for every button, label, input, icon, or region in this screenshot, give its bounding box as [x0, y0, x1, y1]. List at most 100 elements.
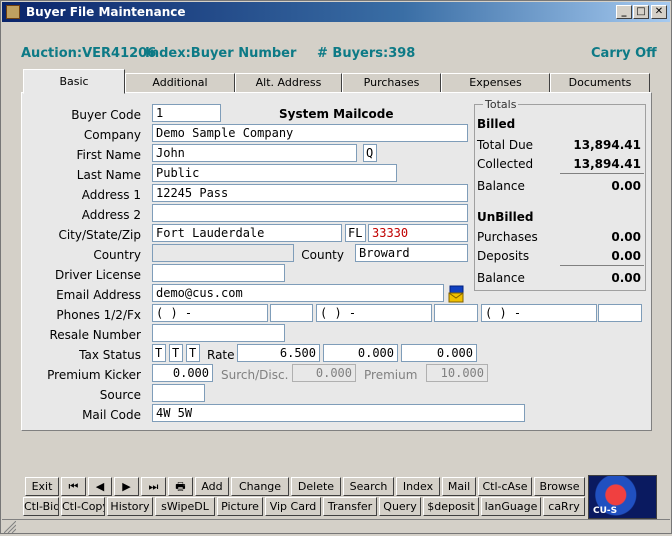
middle-initial-input[interactable]: Q [363, 144, 377, 162]
premium-label: Premium [364, 368, 418, 382]
address1-input[interactable]: 12245 Pass [152, 184, 468, 202]
close-button[interactable]: ✕ [651, 5, 667, 19]
rate3-input[interactable]: 0.000 [401, 344, 477, 362]
driver-license-label: Driver License [55, 268, 141, 282]
company-input[interactable]: Demo Sample Company [152, 124, 468, 142]
company-label: Company [83, 128, 141, 142]
resale-number-input[interactable] [152, 324, 285, 342]
zip-input[interactable]: 33330 [368, 224, 468, 242]
balance-label: Balance [477, 179, 525, 193]
rate1-input[interactable]: 6.500 [237, 344, 320, 362]
print-button[interactable]: 🖶 [168, 477, 193, 496]
history-button[interactable]: History [107, 497, 153, 516]
resize-grip-icon[interactable] [3, 520, 17, 534]
system-mailcode-label: System Mailcode [279, 107, 394, 121]
unbilled-balance-label: Balance [477, 271, 525, 285]
email-input[interactable]: demo@cus.com [152, 284, 444, 302]
vip-card-button[interactable]: Vip Card [265, 497, 321, 516]
mail-code-input[interactable]: 4W 5W [152, 404, 525, 422]
unbilled-balance-value: 0.00 [611, 271, 641, 285]
totals-caption: Totals [483, 98, 519, 111]
phones-label: Phones 1/2/Fx [56, 308, 141, 322]
next-record-button[interactable]: ▶ [114, 477, 139, 496]
transfer-button[interactable]: Transfer [323, 497, 377, 516]
tax-status-3-input[interactable]: T [186, 344, 200, 362]
app-icon [6, 5, 20, 19]
browse-button[interactable]: Browse [534, 477, 585, 496]
county-label: County [301, 248, 344, 262]
delete-button[interactable]: Delete [291, 477, 341, 496]
source-label: Source [99, 388, 141, 402]
prev-record-button[interactable]: ◀ [88, 477, 112, 496]
unbilled-heading: UnBilled [477, 210, 534, 224]
send-email-icon[interactable] [447, 284, 467, 304]
title-bar: Buyer File Maintenance _ □ ✕ [2, 2, 670, 22]
exit-button[interactable]: Exit [25, 477, 59, 496]
billed-heading: Billed [477, 117, 516, 131]
ctl-case-button[interactable]: Ctl-cAse [478, 477, 532, 496]
email-label: Email Address [56, 288, 141, 302]
city-input[interactable]: Fort Lauderdale [152, 224, 342, 242]
phone1-input[interactable]: ( ) - [152, 304, 268, 322]
ctl-bid-button[interactable]: Ctl-Bid [23, 497, 59, 516]
tab-expenses[interactable]: Expenses [441, 73, 550, 93]
language-button[interactable]: lanGuage [481, 497, 541, 516]
last-name-input[interactable]: Public [152, 164, 397, 182]
tax-status-1-input[interactable]: T [152, 344, 166, 362]
add-button[interactable]: Add [195, 477, 229, 496]
first-name-label: First Name [76, 148, 141, 162]
balance-value: 0.00 [611, 179, 641, 193]
collected-label: Collected [477, 157, 534, 171]
query-button[interactable]: Query [379, 497, 421, 516]
logo-text: CU-S [593, 506, 618, 516]
tab-documents[interactable]: Documents [550, 73, 650, 93]
index-button[interactable]: Index [396, 477, 440, 496]
search-button[interactable]: Search [343, 477, 394, 496]
driver-license-input[interactable] [152, 264, 285, 282]
last-record-button[interactable]: ⏭ [141, 477, 166, 496]
carry-status: Carry Off [591, 46, 657, 61]
first-record-button[interactable]: ⏮ [61, 477, 86, 496]
unbilled-divider [560, 265, 644, 266]
maximize-button[interactable]: □ [633, 5, 649, 19]
premium-kicker-input[interactable]: 0.000 [152, 364, 213, 382]
tab-purchases[interactable]: Purchases [342, 73, 441, 93]
swipe-dl-button[interactable]: sWipeDL [155, 497, 215, 516]
rate2-input[interactable]: 0.000 [323, 344, 398, 362]
purchases-value: 0.00 [611, 230, 641, 244]
address2-input[interactable] [152, 204, 468, 222]
tax-status-label: Tax Status [79, 348, 141, 362]
county-input[interactable]: Broward [355, 244, 468, 262]
collected-value: 13,894.41 [573, 157, 641, 171]
resale-number-label: Resale Number [49, 328, 141, 342]
carry-button[interactable]: caRry [543, 497, 585, 516]
tab-basic[interactable]: Basic [23, 69, 125, 94]
phone2-input[interactable]: ( ) - [316, 304, 432, 322]
window-title: Buyer File Maintenance [26, 5, 186, 19]
buyer-code-input[interactable]: 1 [152, 104, 221, 122]
last-name-label: Last Name [76, 168, 141, 182]
mail-button[interactable]: Mail [442, 477, 476, 496]
buyer-code-label: Buyer Code [71, 108, 141, 122]
purchases-label: Purchases [477, 230, 538, 244]
total-due-label: Total Due [477, 138, 534, 152]
rate-label: Rate [207, 348, 235, 362]
fax-input[interactable]: ( ) - [481, 304, 597, 322]
premium-input: 10.000 [426, 364, 488, 382]
country-input[interactable] [152, 244, 294, 262]
ctl-copy-button[interactable]: Ctl-Copy [61, 497, 105, 516]
tax-status-2-input[interactable]: T [169, 344, 183, 362]
phone2-ext-input[interactable] [434, 304, 478, 322]
first-name-input[interactable]: John [152, 144, 357, 162]
minimize-button[interactable]: _ [616, 5, 632, 19]
source-input[interactable] [152, 384, 205, 402]
phone1-ext-input[interactable] [270, 304, 313, 322]
picture-button[interactable]: Picture [217, 497, 263, 516]
fax-ext-input[interactable] [598, 304, 642, 322]
tab-additional[interactable]: Additional [125, 73, 235, 93]
change-button[interactable]: Change [231, 477, 289, 496]
state-input[interactable]: FL [345, 224, 366, 242]
tab-alt-address[interactable]: Alt. Address [235, 73, 342, 93]
auction-label: Auction:VER41206 [21, 46, 157, 61]
deposit-button[interactable]: $deposit [423, 497, 479, 516]
